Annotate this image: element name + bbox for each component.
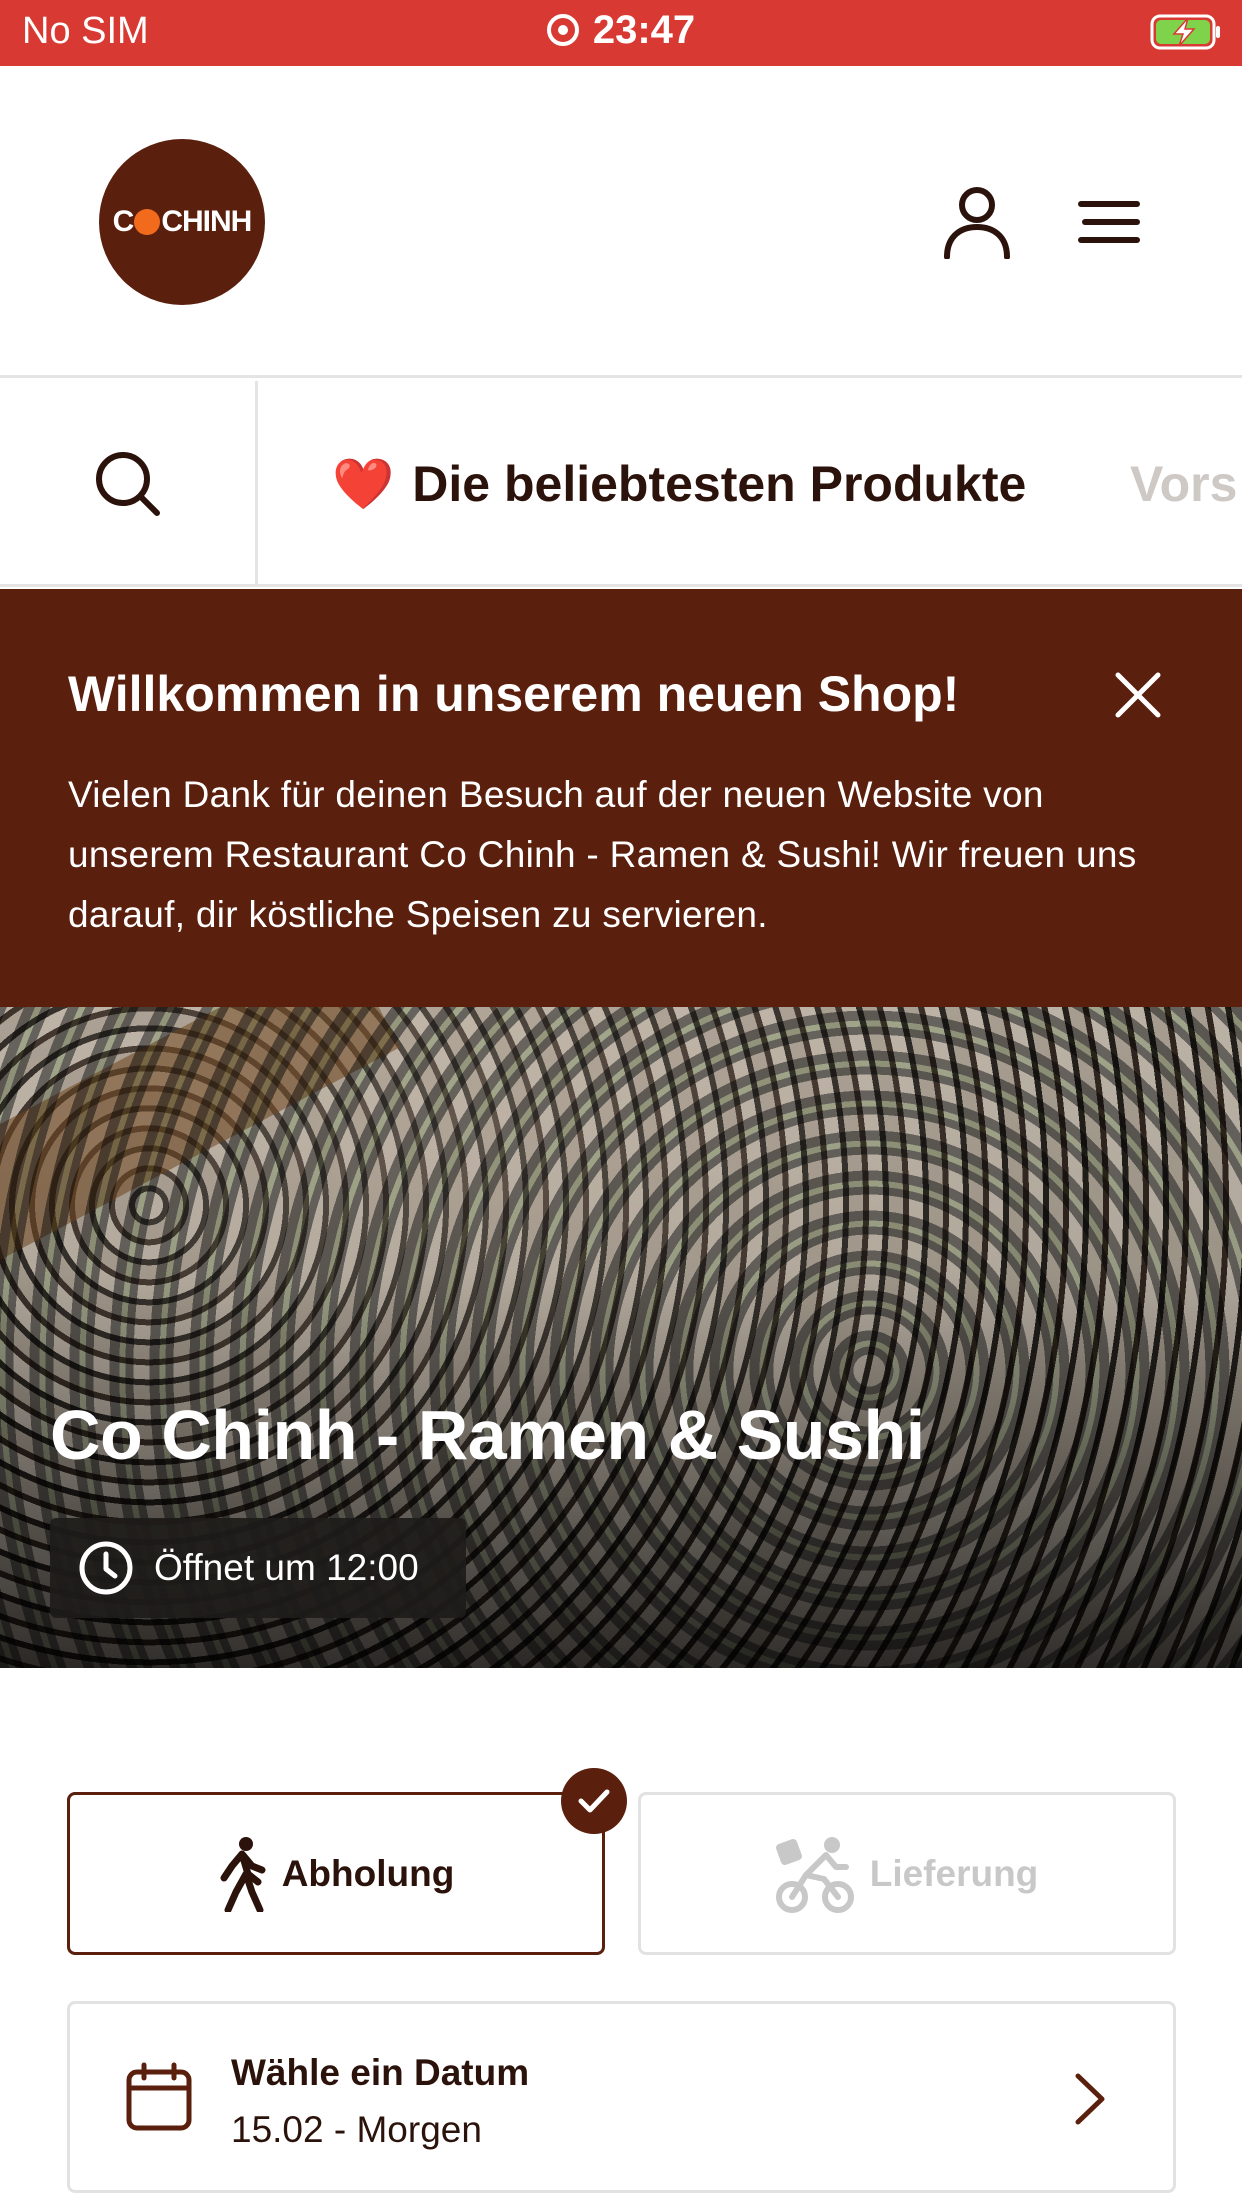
- date-picker[interactable]: Wähle ein Datum 15.02 - Morgen: [67, 2001, 1176, 2193]
- restaurant-logo[interactable]: C CHINH: [99, 139, 265, 305]
- tab-popular-label: Die beliebtesten Produkte: [412, 456, 1027, 512]
- walking-icon: [220, 1836, 266, 1912]
- status-center: 23:47: [0, 8, 1242, 53]
- close-welcome-button[interactable]: [1108, 665, 1168, 725]
- date-picker-label: Wähle ein Datum: [231, 2052, 530, 2093]
- logo-text-start: C: [112, 205, 135, 238]
- search-icon: [95, 452, 160, 516]
- screen-record-icon: [546, 14, 579, 46]
- logo-dot-icon: [134, 209, 161, 235]
- delivery-label: Lieferung: [869, 1852, 1039, 1894]
- menu-icon: [1078, 201, 1140, 243]
- close-icon: [1115, 672, 1161, 718]
- tab-next-category[interactable]: Vors: [1130, 381, 1238, 584]
- calendar-icon: [126, 2062, 192, 2131]
- tab-next-label: Vors: [1130, 456, 1238, 512]
- pickup-label: Abholung: [281, 1852, 455, 1894]
- welcome-banner: Willkommen in unserem neuen Shop! Vielen…: [0, 589, 1242, 1007]
- opening-hours-badge: Öffnet um 12:00: [50, 1518, 466, 1618]
- selected-check-badge: [561, 1768, 627, 1834]
- opening-hours-text: Öffnet um 12:00: [154, 1547, 419, 1588]
- status-time: 23:47: [592, 8, 696, 52]
- logo-text-end: CHINH: [161, 205, 252, 238]
- welcome-body: Vielen Dank für deinen Besuch auf der ne…: [68, 774, 1137, 935]
- account-button[interactable]: [932, 177, 1022, 267]
- status-bar: No SIM 23:47: [0, 0, 1242, 66]
- chevron-right-icon: [1075, 2073, 1105, 2125]
- pickup-option[interactable]: Abholung: [67, 1792, 605, 1955]
- restaurant-name: Co Chinh - Ramen & Sushi: [50, 1396, 925, 1474]
- category-nav: ❤️ Die beliebtesten Produkte Vors: [0, 381, 1242, 587]
- heart-icon: ❤️: [332, 455, 395, 512]
- hero-image: Co Chinh - Ramen & Sushi Öffnet um 12:00: [0, 1007, 1242, 1668]
- welcome-title: Willkommen in unserem neuen Shop!: [68, 666, 960, 722]
- search-button[interactable]: [0, 381, 258, 584]
- battery-icon: [1150, 14, 1220, 50]
- clock-icon: [79, 1541, 133, 1595]
- date-picker-value: 15.02 - Morgen: [231, 2109, 482, 2150]
- check-icon: [578, 1789, 610, 1813]
- delivery-option[interactable]: Lieferung: [638, 1792, 1176, 1955]
- menu-button[interactable]: [1064, 177, 1154, 267]
- delivery-bike-icon: [775, 1836, 854, 1913]
- tab-popular-products[interactable]: ❤️ Die beliebtesten Produkte: [332, 381, 1027, 584]
- user-icon: [944, 187, 1010, 259]
- site-header: C CHINH: [0, 66, 1242, 378]
